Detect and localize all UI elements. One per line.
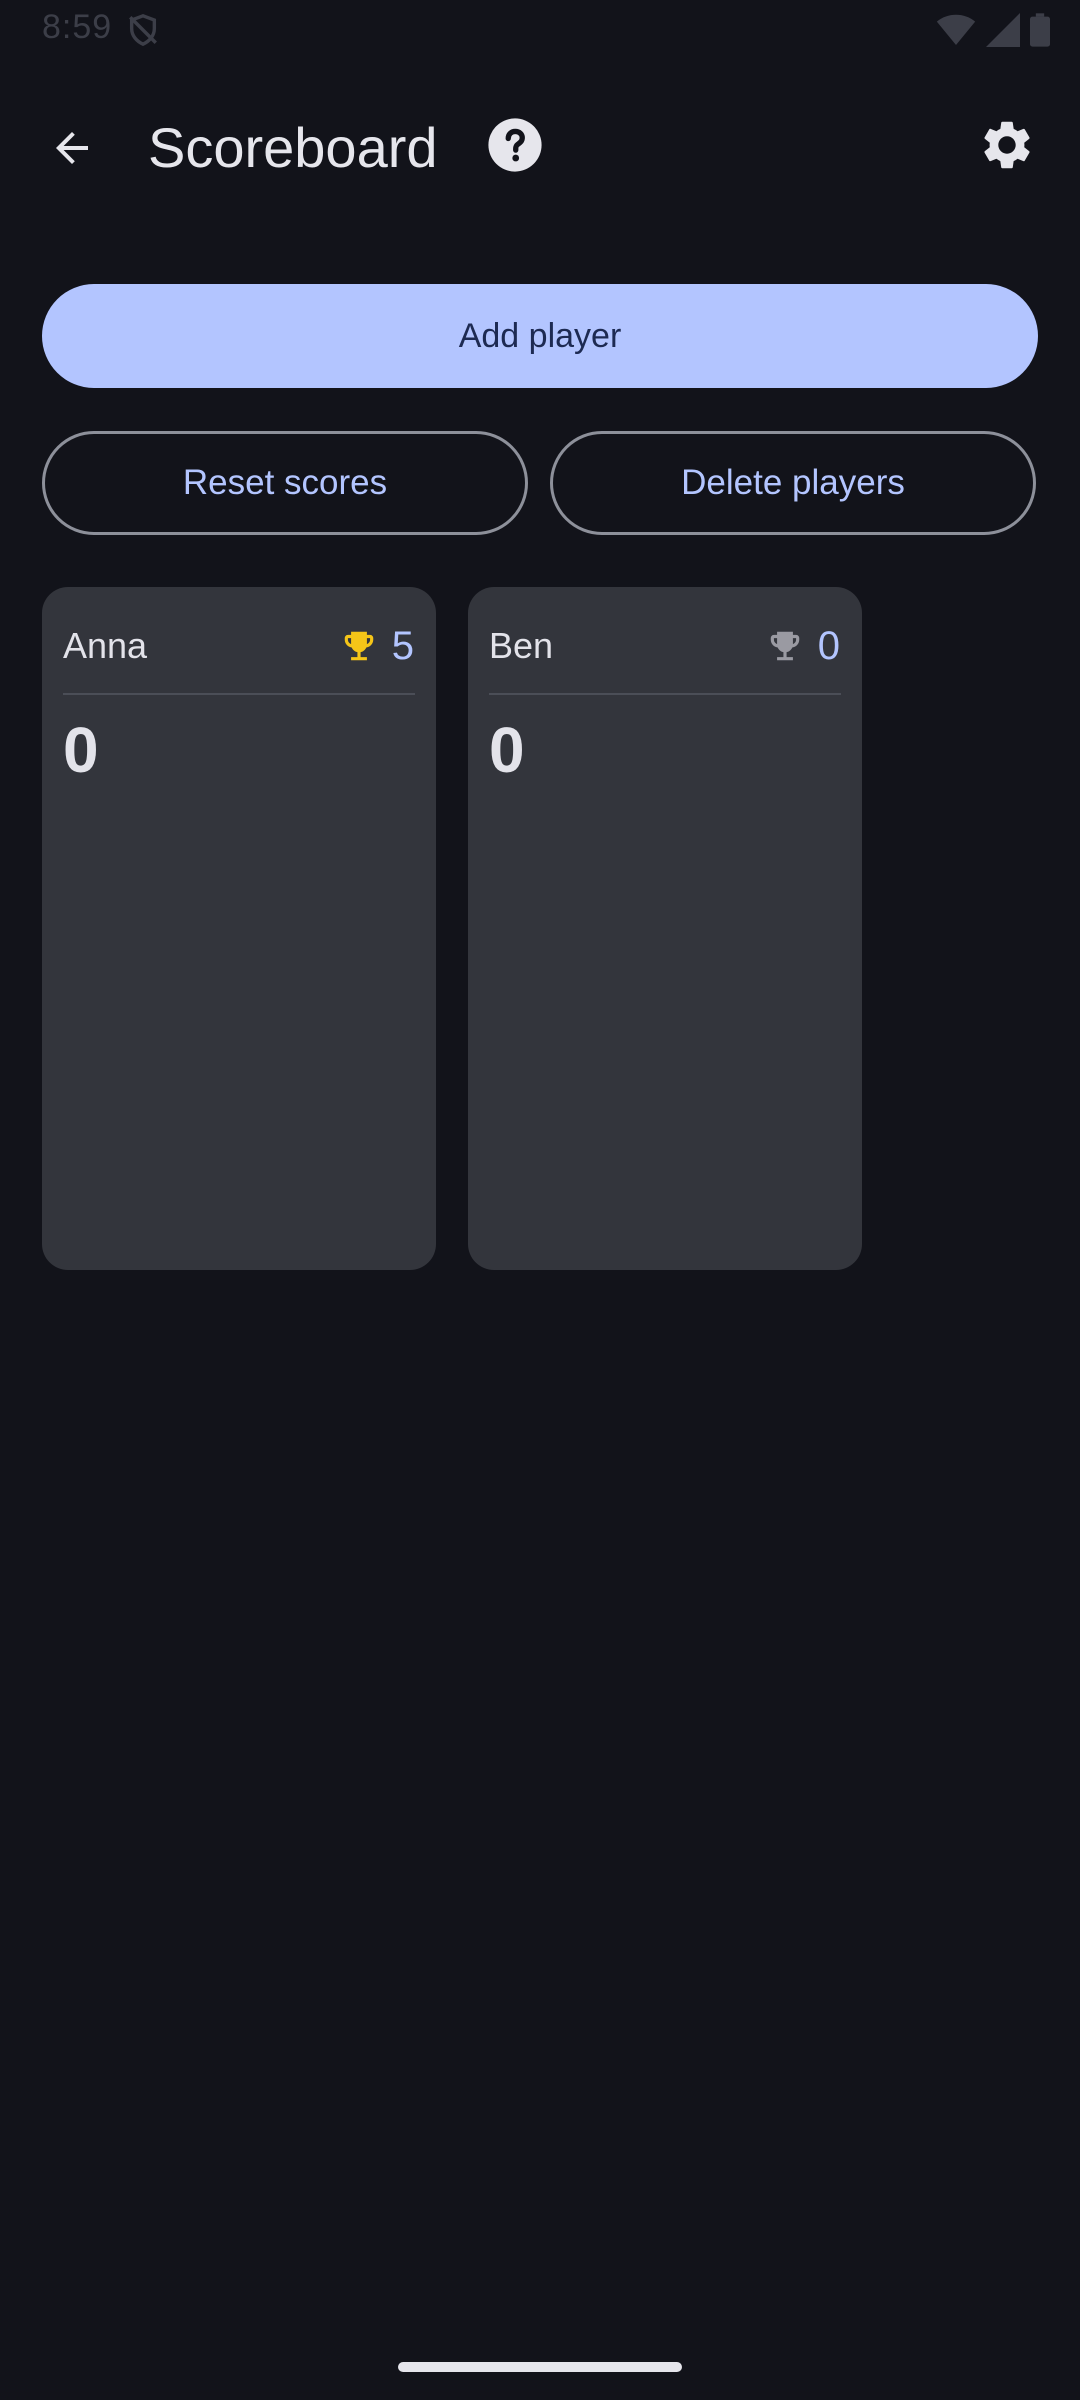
delete-players-button[interactable]: Delete players (550, 431, 1036, 535)
cellular-signal-icon (986, 13, 1020, 47)
player-card[interactable]: Anna 5 0 (42, 587, 436, 1270)
player-card[interactable]: Ben 0 0 (468, 587, 862, 1270)
help-button[interactable] (486, 116, 544, 174)
status-bar: 8:59 (0, 0, 1080, 60)
status-icons (936, 12, 1050, 48)
wins-count: 0 (817, 624, 840, 668)
add-player-button[interactable]: Add player (42, 284, 1038, 388)
trophy-icon (344, 631, 373, 661)
home-indicator[interactable] (398, 2362, 682, 2372)
player-name: Ben (489, 625, 554, 666)
settings-button[interactable] (978, 116, 1036, 174)
scoreboard-screen: 8:59 Scoreboard Add player Reset scores … (0, 0, 1080, 2400)
status-time: 8:59 (42, 8, 113, 46)
player-wins: 5 (340, 625, 414, 667)
wins-count: 5 (391, 624, 414, 668)
back-button[interactable] (30, 106, 114, 190)
help-circle-icon (488, 118, 542, 172)
page-title: Scoreboard (148, 116, 438, 179)
app-bar: Scoreboard (0, 96, 1080, 200)
shield-off-icon (129, 14, 157, 47)
battery-icon (1030, 13, 1050, 47)
gear-icon (984, 121, 1030, 169)
player-wins: 0 (766, 625, 840, 667)
trophy-icon (770, 631, 799, 661)
player-score: 0 (489, 714, 525, 786)
wifi-icon (936, 14, 976, 45)
card-divider (489, 693, 841, 695)
player-score: 0 (63, 714, 99, 786)
arrow-left-icon (56, 132, 88, 164)
reset-scores-button[interactable]: Reset scores (42, 431, 528, 535)
player-name: Anna (63, 625, 148, 666)
card-divider (63, 693, 415, 695)
